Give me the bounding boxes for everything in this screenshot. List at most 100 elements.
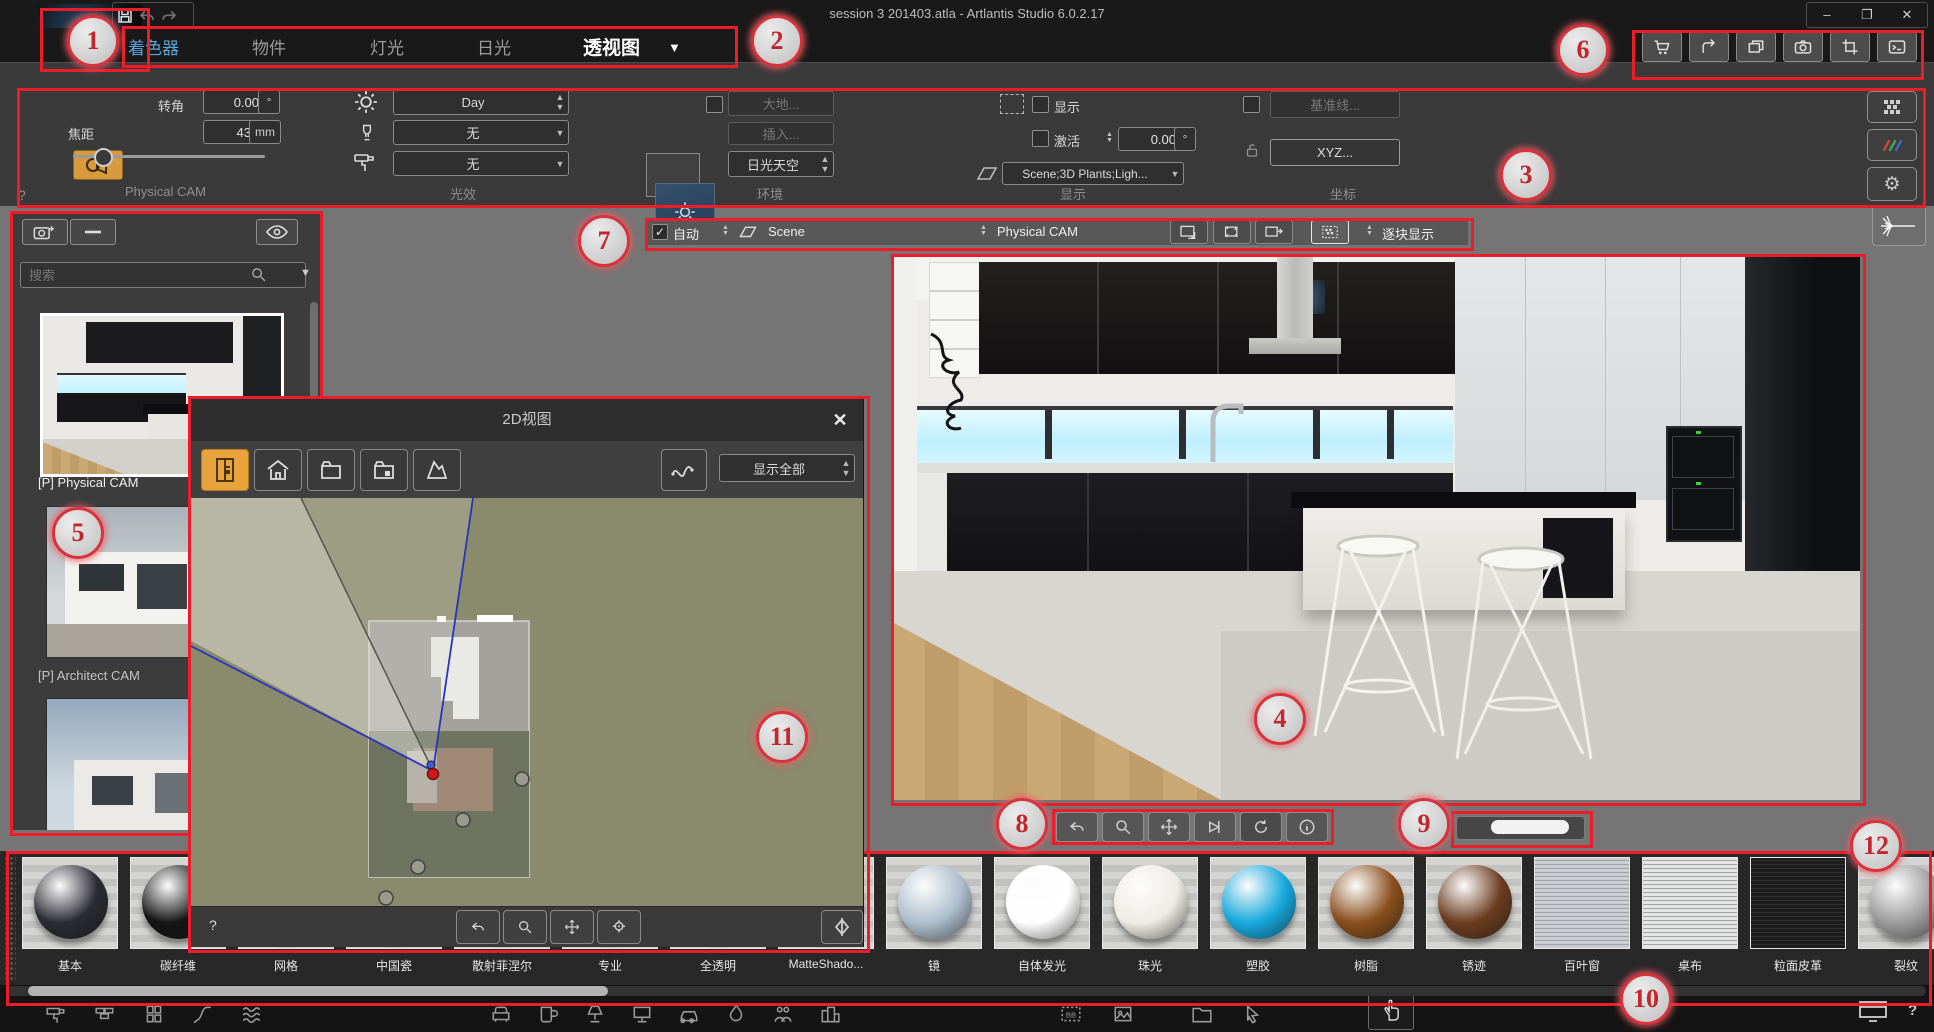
remove-camera-button[interactable]	[70, 219, 116, 245]
2d-elevation-toggle-button[interactable]	[821, 910, 863, 944]
shader-light-select[interactable]: 无▼	[393, 151, 569, 176]
material-item[interactable]: 基本	[22, 857, 118, 974]
preview-refresh-button[interactable]	[1240, 812, 1282, 842]
display-icon[interactable]	[1858, 1000, 1888, 1024]
flame-icon[interactable]	[725, 1003, 747, 1025]
material-item[interactable]: 粒面皮革	[1750, 857, 1846, 974]
scene-label[interactable]: Scene	[768, 224, 805, 239]
tab-1[interactable]: 着色器	[128, 34, 179, 59]
monitor-icon[interactable]	[631, 1003, 653, 1025]
viewbar-camera-label[interactable]: Physical CAM	[997, 224, 1078, 239]
save-button[interactable]	[116, 7, 134, 25]
angle-stepper[interactable]: ▲▼	[1106, 132, 1113, 144]
active-checkbox[interactable]	[1032, 130, 1049, 147]
preview-undo-button[interactable]	[1056, 812, 1098, 842]
cursor-icon[interactable]	[1240, 1003, 1262, 1025]
preview-quality-button[interactable]	[1867, 91, 1917, 123]
progressive-display-button[interactable]	[1311, 220, 1349, 244]
layers-select[interactable]: Scene;3D Plants;Ligh...▼	[1002, 162, 1184, 185]
shelf-grip[interactable]	[4, 856, 16, 980]
focal-slider-knob[interactable]	[94, 148, 113, 167]
help-icon[interactable]: ?	[1908, 1002, 1917, 1019]
show-checkbox[interactable]	[1032, 96, 1049, 113]
duplicate-view-button[interactable]	[1736, 32, 1776, 62]
material-item[interactable]: 镜	[886, 857, 982, 974]
plan-view-button[interactable]	[201, 449, 249, 491]
2d-window-titlebar[interactable]: 2D视图 ✕	[191, 399, 863, 442]
sky-select[interactable]: 日光天空▲▼	[728, 151, 834, 177]
visibility-eye-button[interactable]	[256, 219, 298, 245]
scene-stepper[interactable]: ▲▼	[722, 225, 729, 237]
sun-select[interactable]: Day▲▼	[393, 89, 569, 115]
material-item[interactable]: 桌布	[1642, 857, 1738, 974]
xyz-button[interactable]: XYZ...	[1270, 139, 1400, 166]
mug-icon[interactable]	[537, 1003, 559, 1025]
baseline-button[interactable]: 基准线...	[1270, 91, 1400, 118]
2d-pan-button[interactable]	[550, 910, 594, 944]
material-item[interactable]: 树脂	[1318, 857, 1414, 974]
preview-pan-button[interactable]	[1148, 812, 1190, 842]
camera-stepper[interactable]: ▲▼	[980, 225, 987, 237]
rotation-input[interactable]: 0.00	[203, 90, 265, 114]
2d-zoom-extents-button[interactable]	[597, 910, 641, 944]
blocks-icon[interactable]	[143, 1003, 165, 1025]
snapshot-camera-button[interactable]	[1783, 32, 1823, 62]
2d-zoom-button[interactable]	[503, 910, 547, 944]
hose-icon[interactable]	[192, 1003, 214, 1025]
minimize-button[interactable]: –	[1807, 3, 1847, 27]
roof-view-button[interactable]	[413, 449, 461, 491]
dashed-bb-icon[interactable]: BB	[1060, 1003, 1082, 1025]
2d-window-close-button[interactable]: ✕	[827, 407, 853, 433]
restore-button[interactable]: ❐	[1847, 3, 1887, 27]
view-type-caret-icon[interactable]: ▼	[668, 40, 681, 55]
insert-button[interactable]: 插入...	[728, 122, 834, 145]
auto-checkbox[interactable]: ✓	[652, 224, 668, 240]
material-item[interactable]: 自体发光	[994, 857, 1090, 974]
folder-icon[interactable]	[1191, 1003, 1213, 1025]
render-size-button[interactable]	[1170, 220, 1208, 244]
camera-item-label[interactable]: [P] Physical CAM	[38, 475, 138, 490]
path-curve-button[interactable]	[661, 449, 707, 491]
ground-button[interactable]: 大地...	[728, 91, 834, 116]
render-preview[interactable]	[891, 254, 1860, 800]
2d-help[interactable]: ?	[209, 917, 217, 933]
2d-filter-select[interactable]: 显示全部▲▼	[719, 454, 855, 482]
bricks-icon[interactable]	[94, 1003, 116, 1025]
2d-plan-canvas[interactable]	[191, 498, 863, 906]
material-item[interactable]: 裂纹	[1858, 857, 1934, 974]
add-camera-button[interactable]	[22, 219, 68, 245]
tab-2[interactable]: 物件	[252, 34, 286, 59]
material-item[interactable]: 塑胶	[1210, 857, 1306, 974]
ground-checkbox[interactable]	[706, 96, 723, 113]
car-icon[interactable]	[678, 1003, 700, 1025]
fit-view-button[interactable]	[1213, 220, 1251, 244]
elevation-view-button[interactable]	[254, 449, 302, 491]
move-mode-button[interactable]	[1689, 32, 1729, 62]
waves-icon[interactable]	[241, 1003, 263, 1025]
section-view-button[interactable]	[307, 449, 355, 491]
material-item[interactable]: 珠光	[1102, 857, 1198, 974]
armchair-icon[interactable]	[490, 1003, 512, 1025]
baseline-checkbox[interactable]	[1243, 96, 1260, 113]
crop-render-button[interactable]	[1830, 32, 1870, 62]
preview-camera-cone-button[interactable]	[1194, 812, 1236, 842]
paint-roller-icon[interactable]	[45, 1003, 67, 1025]
shop-cart-button[interactable]	[1642, 32, 1682, 62]
lamp-icon[interactable]	[584, 1003, 606, 1025]
undo-button[interactable]	[138, 7, 156, 25]
image-icon[interactable]	[1112, 1003, 1134, 1025]
material-item[interactable]: 百叶窗	[1534, 857, 1630, 974]
close-button[interactable]: ✕	[1887, 3, 1927, 27]
lock-open-icon[interactable]	[1243, 140, 1261, 160]
tab-5[interactable]: 透视图	[583, 33, 640, 60]
2d-view-window[interactable]: 2D视图 ✕ 显示全部▲▼	[190, 398, 864, 947]
preview-info-button[interactable]	[1286, 812, 1328, 842]
section-door-view-button[interactable]	[360, 449, 408, 491]
inspector-help[interactable]: ?	[18, 187, 26, 203]
angle-input[interactable]: 0.00	[1118, 127, 1182, 151]
lamp-select[interactable]: 无▼	[393, 120, 569, 145]
redo-button[interactable]	[160, 7, 178, 25]
tab-3[interactable]: 灯光	[370, 34, 404, 59]
pan-view-button[interactable]	[1255, 220, 1293, 244]
camera-item-label[interactable]: [P] Architect CAM	[38, 668, 140, 683]
